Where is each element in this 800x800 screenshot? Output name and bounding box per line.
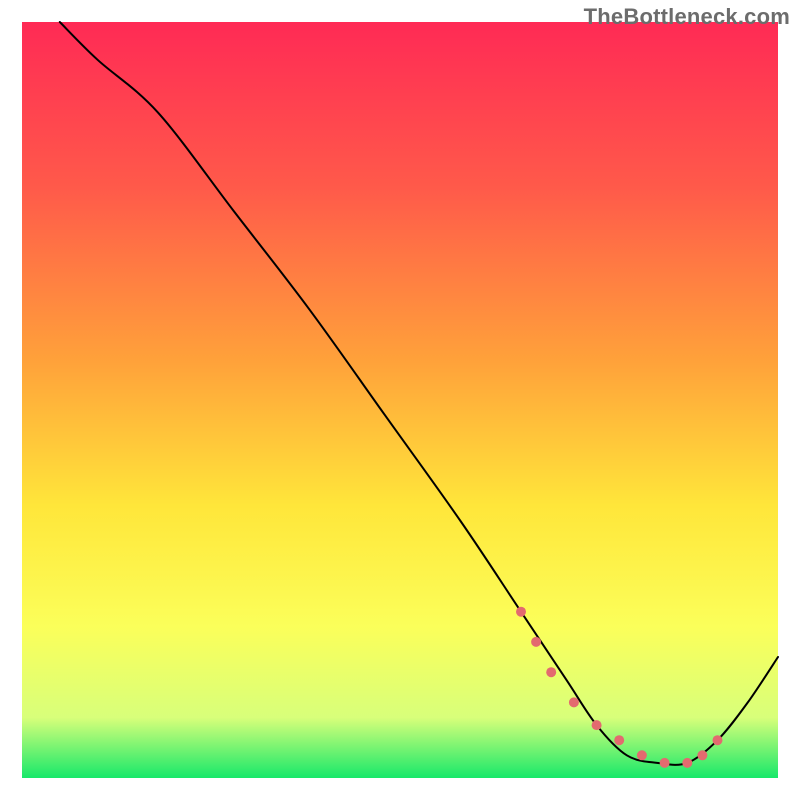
optimal-marker — [697, 750, 707, 760]
optimal-marker — [592, 720, 602, 730]
bottleneck-chart — [0, 0, 800, 800]
optimal-marker — [614, 735, 624, 745]
optimal-marker — [682, 758, 692, 768]
gradient-background — [22, 22, 778, 778]
optimal-marker — [569, 697, 579, 707]
optimal-marker — [637, 750, 647, 760]
optimal-marker — [516, 607, 526, 617]
optimal-marker — [546, 667, 556, 677]
optimal-marker — [531, 637, 541, 647]
optimal-marker — [713, 735, 723, 745]
optimal-marker — [660, 758, 670, 768]
chart-container: TheBottleneck.com — [0, 0, 800, 800]
